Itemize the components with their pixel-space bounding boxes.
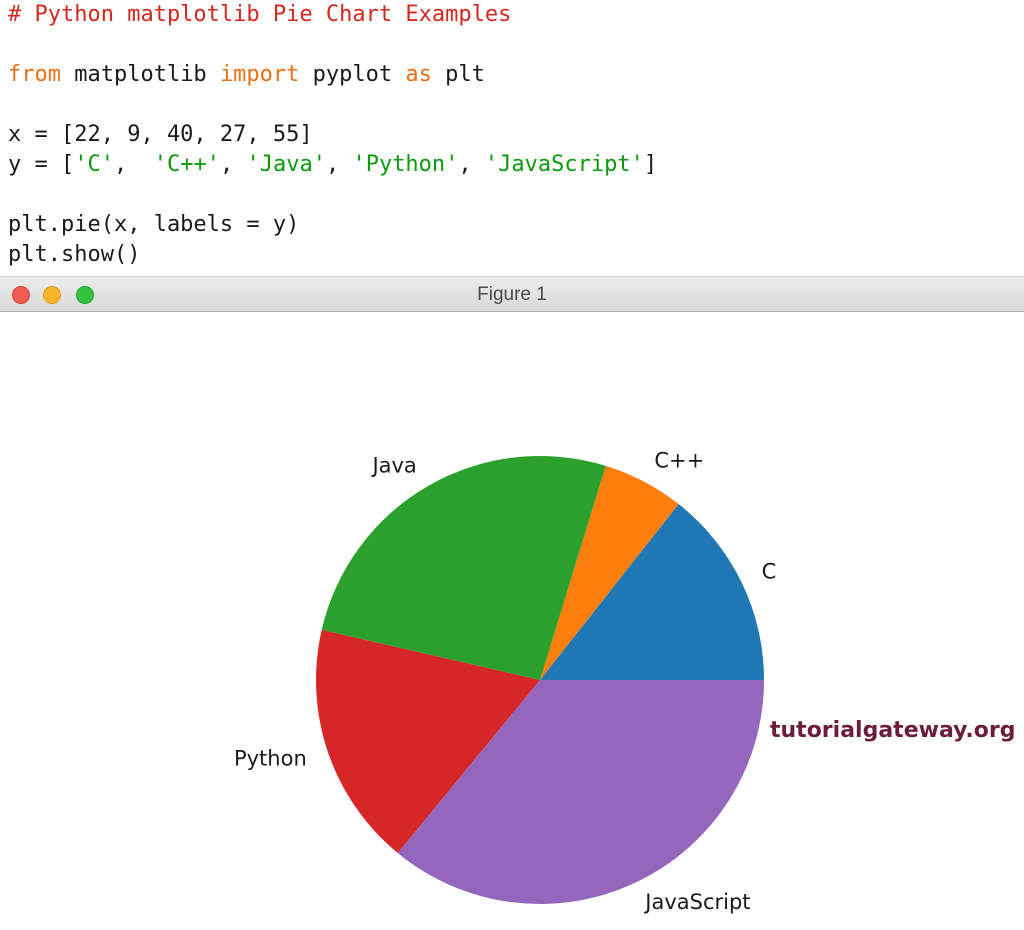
code-line: plt.show() bbox=[8, 240, 140, 270]
pie-label: JavaScript bbox=[643, 890, 750, 914]
watermark-text: tutorialgateway.org bbox=[770, 718, 1016, 743]
code-line: from matplotlib import pyplot as plt bbox=[8, 60, 485, 90]
code-token: y = [ bbox=[8, 152, 75, 177]
code-editor[interactable]: # Python matplotlib Pie Chart Examples fr… bbox=[0, 0, 1024, 276]
code-token: 'Java' bbox=[246, 152, 326, 177]
code-token: matplotlib bbox=[60, 62, 220, 87]
pie-label: C++ bbox=[654, 449, 704, 473]
code-line: x = [22, 9, 40, 27, 55] bbox=[8, 120, 313, 150]
code-token: pyplot bbox=[299, 62, 406, 87]
code-token: plt bbox=[431, 62, 485, 87]
code-token: 'C' bbox=[74, 152, 114, 177]
code-token: , bbox=[113, 152, 154, 177]
code-token: , bbox=[325, 152, 353, 177]
code-token: plt.pie(x, labels = y) bbox=[8, 212, 300, 237]
code-token: 'JavaScript' bbox=[484, 152, 644, 177]
code-line: # Python matplotlib Pie Chart Examples bbox=[8, 0, 511, 30]
code-token: as bbox=[405, 62, 432, 87]
code-line: plt.pie(x, labels = y) bbox=[8, 210, 299, 240]
code-token: from bbox=[8, 62, 61, 87]
code-line: y = ['C', 'C++', 'Java', 'Python', 'Java… bbox=[8, 150, 657, 180]
pie-label: C bbox=[762, 559, 777, 583]
pie-label: Python bbox=[234, 747, 307, 771]
code-token: , bbox=[219, 152, 247, 177]
code-token: ] bbox=[643, 152, 658, 177]
code-token: 'Python' bbox=[352, 152, 459, 177]
code-token: 'C++' bbox=[153, 152, 220, 177]
figure-canvas: C C++ Java Python JavaScript tutorialgateway… bbox=[0, 312, 1024, 930]
code-token: plt.show() bbox=[8, 242, 141, 267]
code-token: # Python matplotlib Pie Chart Examples bbox=[8, 2, 512, 27]
window-title: Figure 1 bbox=[477, 284, 547, 305]
pie-chart: C C++ Java Python JavaScript bbox=[234, 449, 777, 914]
figure-window-titlebar[interactable]: Figure 1 bbox=[0, 276, 1024, 312]
code-token: , bbox=[458, 152, 485, 177]
code-token: import bbox=[219, 62, 300, 87]
code-token: x = [22, 9, 40, 27, 55] bbox=[8, 122, 313, 147]
pie-label: Java bbox=[370, 454, 416, 478]
